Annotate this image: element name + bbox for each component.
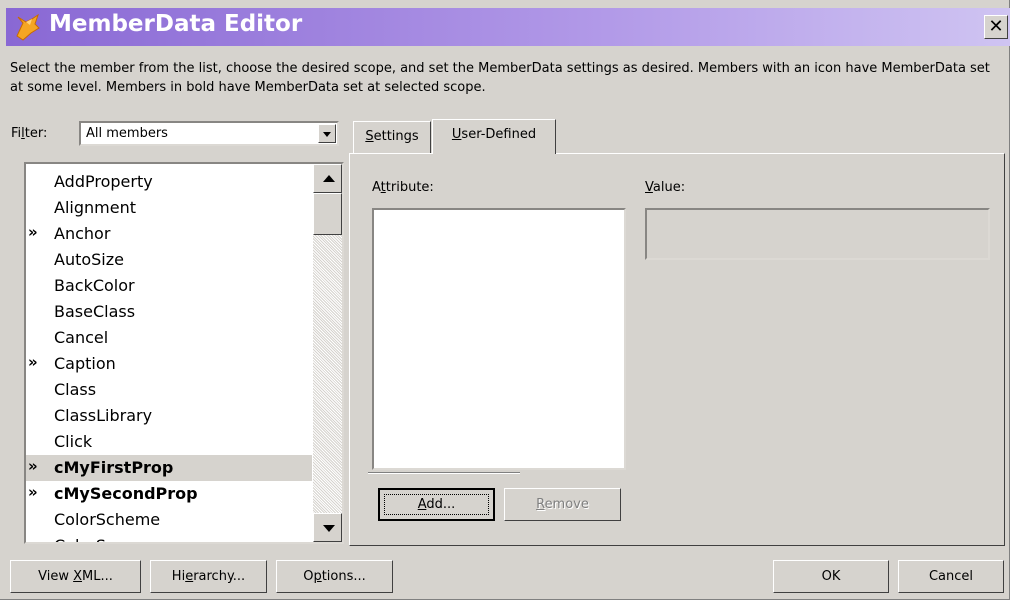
memberdata-marker-icon: » (28, 457, 38, 475)
options-label: tions... (321, 569, 366, 584)
app-fox-icon (16, 14, 40, 41)
options-button[interactable]: Options... (276, 560, 393, 593)
member-list-item[interactable]: AutoSize (26, 247, 312, 273)
memberdata-marker-icon: » (28, 483, 38, 501)
view-xml-label: ML... (82, 569, 113, 584)
dropdown-arrow-icon (323, 132, 331, 137)
ok-button-label: OK (821, 569, 841, 584)
ok-button[interactable]: OK (773, 560, 889, 593)
member-list-item-label: Class (54, 380, 97, 399)
attribute-label-part: tribute: (385, 180, 434, 195)
member-list-item[interactable]: ClassLibrary (26, 403, 312, 429)
window-title: MemberData Editor (49, 11, 303, 37)
member-list-item[interactable]: » cMyFirstProp (26, 455, 312, 481)
scroll-up-button[interactable] (313, 164, 342, 193)
member-list-item[interactable]: » cMySecondProp (26, 481, 312, 507)
tab-settings-accel: S (365, 129, 374, 144)
memberdata-editor-window: MemberData Editor ✕ Select the member fr… (0, 0, 1010, 600)
member-list-item[interactable]: AddProperty (26, 169, 312, 195)
member-list-item[interactable]: Cancel (26, 325, 312, 351)
hierarchy-button[interactable]: Hierarchy... (150, 560, 267, 593)
filter-label-part: ter: (24, 126, 48, 141)
tab-user-defined-label: ser-Defined (461, 127, 537, 142)
member-list-item[interactable]: ColorScheme (26, 507, 312, 533)
title-bar[interactable]: MemberData Editor ✕ (6, 8, 1010, 46)
scroll-down-button[interactable] (313, 513, 342, 542)
remove-button[interactable]: Remove (504, 488, 621, 521)
member-list-item-label: AddProperty (54, 172, 153, 191)
member-list-item[interactable]: ColorSource (26, 533, 312, 542)
separator-line (368, 472, 520, 474)
tab-user-defined[interactable]: User-Defined (432, 119, 556, 154)
view-xml-label: View (38, 569, 74, 584)
remove-button-label: emove (544, 497, 589, 512)
member-list-item[interactable]: Alignment (26, 195, 312, 221)
member-list-item[interactable]: BaseClass (26, 299, 312, 325)
member-list-item[interactable]: Click (26, 429, 312, 455)
filter-label-part: Fi (11, 126, 22, 141)
value-field[interactable] (645, 208, 990, 260)
filter-label: Filter: (11, 126, 47, 141)
focus-rect (384, 494, 489, 515)
hierarchy-accel: e (185, 569, 194, 584)
attribute-label-part: A (372, 180, 381, 195)
member-list-scrollbar[interactable] (313, 164, 342, 542)
member-list-item[interactable]: » Anchor (26, 221, 312, 247)
member-list-item-label: Cancel (54, 328, 109, 347)
options-accel: p (313, 569, 322, 584)
member-list-item-label: cMyFirstProp (54, 458, 174, 477)
instructions-text: Select the member from the list, choose … (10, 61, 990, 95)
close-button[interactable]: ✕ (984, 15, 1008, 39)
member-list-item-label: ColorSource (54, 533, 151, 542)
member-list-item-label: BackColor (54, 276, 135, 295)
close-icon: ✕ (988, 16, 1004, 37)
filter-dropdown[interactable]: All members (79, 121, 339, 146)
member-list-item-label: Click (54, 432, 93, 451)
view-xml-button[interactable]: View XML... (10, 560, 141, 593)
member-list[interactable]: AddProperty Alignment » Anchor AutoSize BackC… (24, 162, 344, 544)
attribute-label: Attribute: (372, 180, 434, 195)
options-label: O (303, 569, 314, 584)
filter-dropdown-button[interactable] (318, 124, 336, 143)
member-list-item-label: ColorScheme (54, 510, 161, 529)
hierarchy-label: rarchy... (193, 569, 246, 584)
member-list-item[interactable]: Class (26, 377, 312, 403)
value-label-accel: V (645, 180, 653, 195)
member-list-item-label: BaseClass (54, 302, 136, 321)
member-list-item[interactable]: » Caption (26, 351, 312, 377)
member-list-item-label: AutoSize (54, 250, 124, 269)
remove-button-accel: R (536, 497, 545, 512)
scroll-up-arrow-icon (323, 175, 335, 182)
hierarchy-label: Hi (171, 569, 186, 584)
tab-settings[interactable]: Settings (353, 121, 431, 153)
cancel-button-label: Cancel (928, 569, 974, 584)
value-label-part: alue: (652, 180, 686, 195)
filter-value: All members (86, 126, 168, 141)
memberdata-marker-icon: » (28, 353, 38, 371)
member-list-item-label: ClassLibrary (54, 406, 153, 425)
view-xml-accel: X (73, 569, 83, 584)
member-list-item-label: Anchor (54, 224, 111, 243)
memberdata-marker-icon: » (28, 223, 38, 241)
tab-settings-label: ettings (373, 129, 419, 144)
member-list-item-label: cMySecondProp (54, 484, 198, 503)
attribute-list[interactable] (372, 208, 626, 470)
member-list-item[interactable]: BackColor (26, 273, 312, 299)
add-button[interactable]: Add... (378, 488, 495, 521)
member-list-item-label: Alignment (54, 198, 136, 217)
tab-user-defined-accel: U (451, 127, 462, 142)
member-list-item-label: Caption (54, 354, 116, 373)
scroll-down-arrow-icon (323, 525, 335, 532)
cancel-button[interactable]: Cancel (898, 560, 1004, 593)
scroll-thumb[interactable] (313, 193, 342, 235)
value-label: Value: (645, 180, 685, 195)
